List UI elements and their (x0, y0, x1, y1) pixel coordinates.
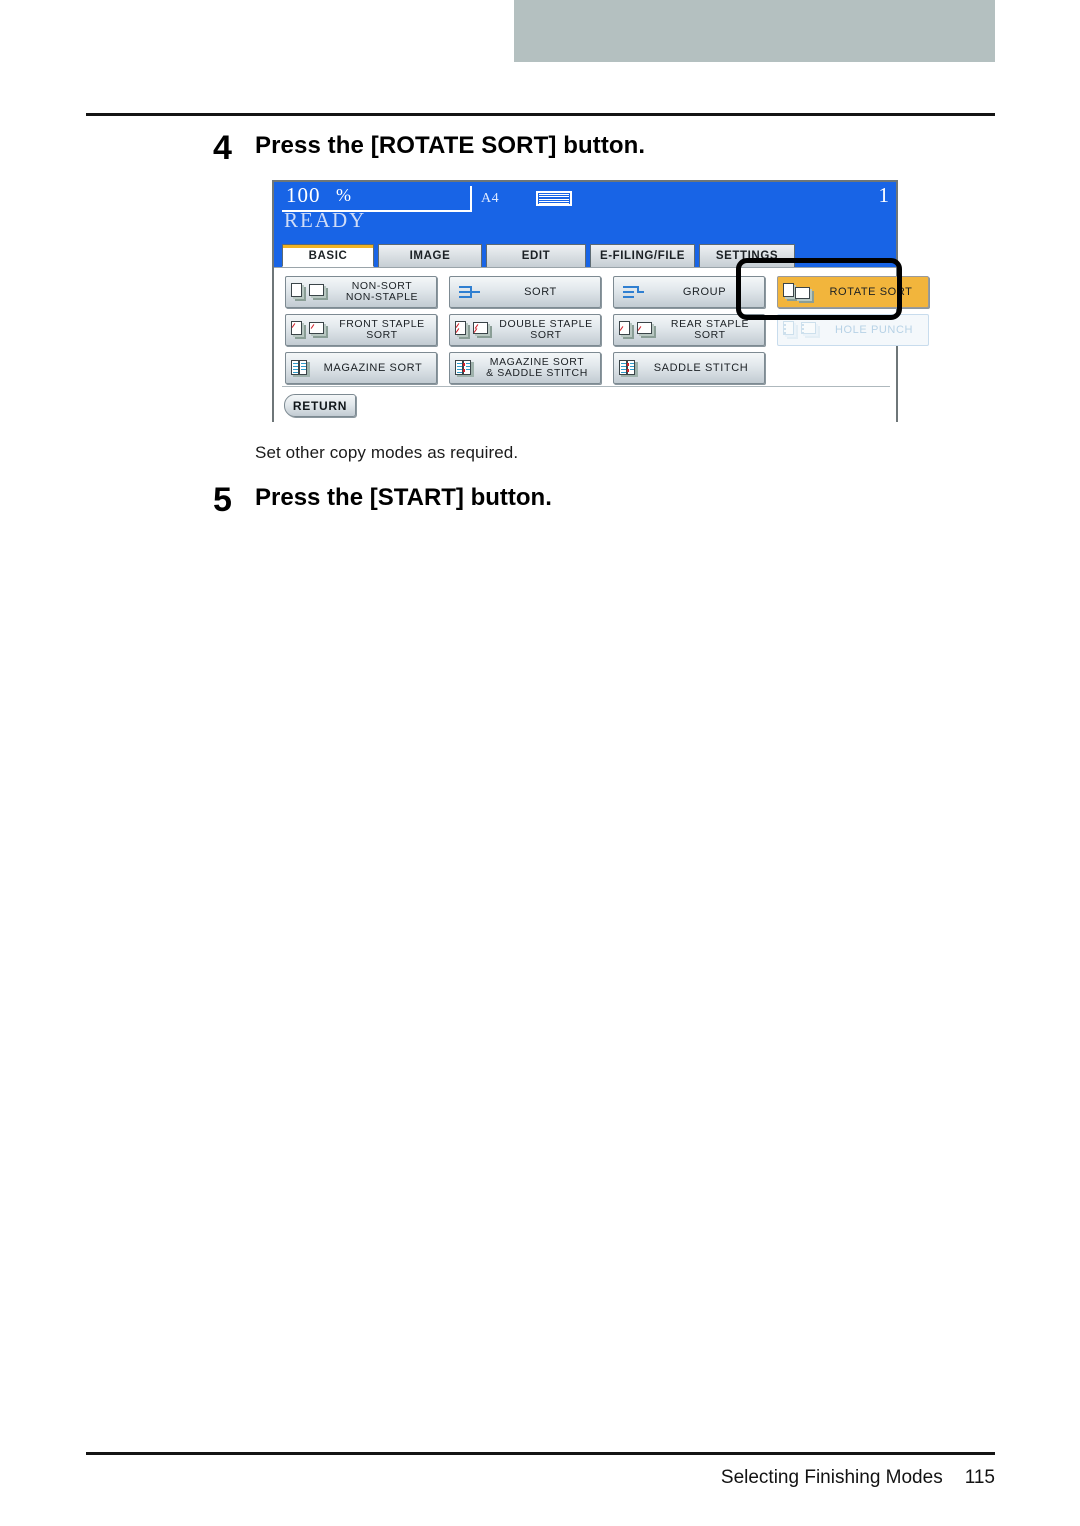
panel-divider (282, 386, 890, 387)
button-label: SADDLE STITCH (653, 362, 749, 374)
zoom-ratio-value: 100 (286, 183, 321, 207)
button-saddle-stitch[interactable]: SADDLE STITCH (613, 352, 765, 384)
step-4-number: 4 (213, 129, 232, 167)
saddle-stitch-icon (614, 359, 638, 377)
double-staple-icon (450, 321, 492, 339)
sort-lines-icon (459, 284, 481, 300)
paper-tray-icon (536, 191, 572, 207)
rotate-sort-highlight-box (736, 258, 902, 320)
footer-section-title: Selecting Finishing Modes (720, 1467, 943, 1488)
front-staple-icon (286, 321, 328, 339)
button-magazine-sort[interactable]: MAGAZINE SORT (285, 352, 437, 384)
button-label: DOUBLE STAPLE SORT (499, 317, 593, 341)
step-5-number: 5 (213, 481, 232, 519)
step-4: 4 Press the [ROTATE SORT] button. (213, 131, 913, 165)
button-non-sort-non-staple[interactable]: NON-SORT NON-STAPLE (285, 276, 437, 308)
hole-punch-icon (778, 321, 820, 339)
page-footer: Selecting Finishing Modes 115 (721, 1467, 995, 1489)
button-label: SORT (524, 286, 557, 298)
button-label: MAGAZINE SORT & SADDLE STITCH (486, 355, 588, 379)
tab-image[interactable]: IMAGE (378, 244, 482, 267)
zoom-ratio-unit: % (336, 185, 351, 205)
lcd-status-bar: 100 % 1 A4 READY (274, 182, 896, 244)
footer-page-number: 115 (964, 1467, 995, 1488)
button-label: NON-SORT NON-STAPLE (345, 279, 419, 303)
magazine-saddle-icon (450, 359, 474, 377)
tab-e-filing-file[interactable]: E-FILING/FILE (590, 244, 695, 267)
step-5-text: Press the [START] button. (255, 484, 552, 511)
return-button[interactable]: RETURN (284, 394, 356, 417)
button-label: FRONT STAPLE SORT (339, 317, 425, 341)
button-label: HOLE PUNCH (834, 324, 914, 336)
magazine-book-icon (286, 359, 310, 377)
header-rule (86, 113, 995, 116)
top-decorative-band (514, 0, 995, 62)
lcd-status-text: READY (284, 208, 367, 232)
footer-rule (86, 1452, 995, 1455)
button-magazine-sort-saddle-stitch[interactable]: MAGAZINE SORT & SADDLE STITCH (449, 352, 601, 384)
button-label: MAGAZINE SORT (323, 362, 423, 374)
button-double-staple-sort[interactable]: DOUBLE STAPLE SORT (449, 314, 601, 346)
paper-size-label: A4 (481, 191, 500, 206)
copy-count-value: 1 (878, 183, 890, 207)
tab-basic[interactable]: BASIC (282, 244, 374, 267)
rear-staple-icon (614, 321, 656, 339)
caption-text: Set other copy modes as required. (255, 443, 519, 462)
group-lines-icon (623, 284, 645, 300)
button-label: REAR STAPLE SORT (670, 317, 750, 341)
step-4-text: Press the [ROTATE SORT] button. (255, 132, 646, 159)
paper-stack-icon (286, 283, 328, 301)
button-sort[interactable]: SORT (449, 276, 601, 308)
button-front-staple-sort[interactable]: FRONT STAPLE SORT (285, 314, 437, 346)
tab-edit[interactable]: EDIT (486, 244, 586, 267)
step-5: 5 Press the [START] button. (213, 483, 913, 517)
